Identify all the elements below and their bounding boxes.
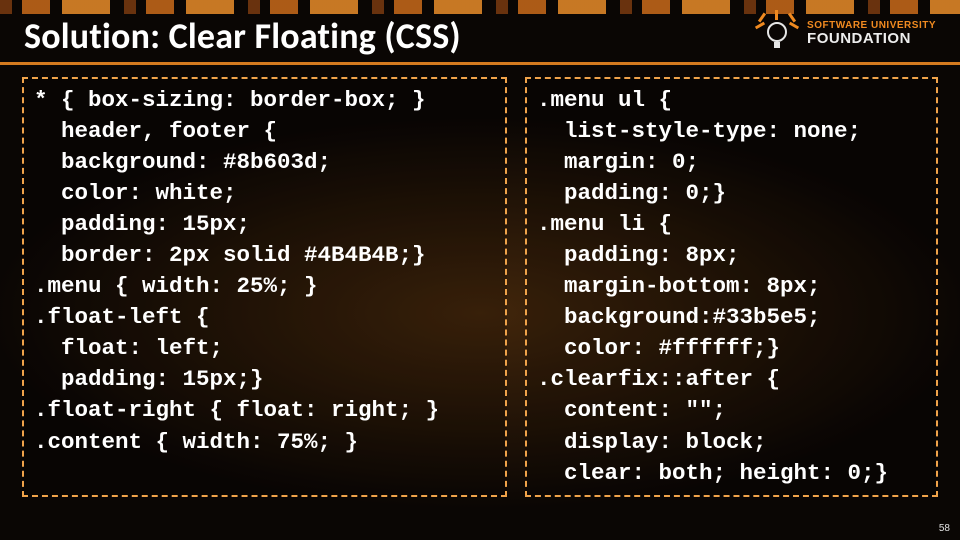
brand-line-2: FOUNDATION	[807, 31, 936, 46]
slide-body: * { box-sizing: border-box; } header, fo…	[0, 65, 960, 497]
brand-line-1: SOFTWARE UNIVERSITY	[807, 21, 936, 31]
brand-name: SOFTWARE UNIVERSITY FOUNDATION	[807, 21, 936, 46]
page-number: 58	[939, 523, 950, 534]
slide-title: Solution: Clear Floating (CSS)	[24, 14, 461, 58]
slide-header: Solution: Clear Floating (CSS) SOFTWARE …	[0, 0, 960, 65]
code-block-right: .menu ul { list-style-type: none; margin…	[525, 77, 938, 497]
code-block-left: * { box-sizing: border-box; } header, fo…	[22, 77, 507, 497]
brand-logo: SOFTWARE UNIVERSITY FOUNDATION	[755, 14, 936, 52]
lightbulb-icon	[755, 14, 799, 52]
